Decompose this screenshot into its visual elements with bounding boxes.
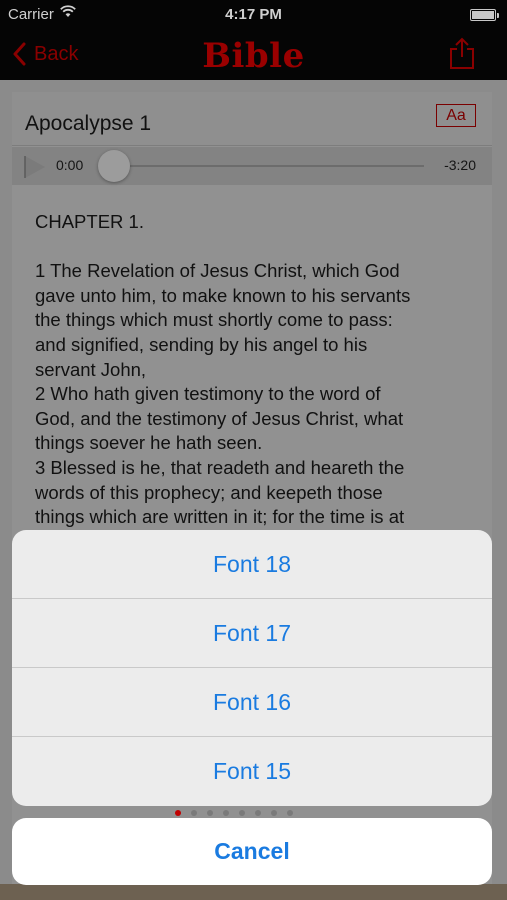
verse-line: 1 The Revelation of Jesus Christ, which … [35,260,400,282]
verse-line: and signified, sending by his angel to h… [35,333,368,355]
verse-line: things soever he hath seen. [35,432,263,454]
chapter-title: Apocalypse 1 [25,112,152,135]
audio-scrubber[interactable] [98,150,130,182]
page-dot [207,810,213,816]
verse-line: the things which must shortly come to pa… [35,309,393,331]
page-dot [175,810,181,816]
chapter-heading: CHAPTER 1. [35,211,144,232]
font-18-option[interactable]: Font 18 [12,530,492,599]
verse-line: things which are written in it; for the … [35,506,405,528]
elapsed-time: 0:00 [56,157,84,173]
verse-line: 3 Blessed is he, that readeth and hearet… [35,456,405,478]
page-dot [239,810,245,816]
font-size-button[interactable]: Aa [436,104,476,127]
font-15-option[interactable]: Font 15 [12,737,492,806]
battery-icon [470,9,499,21]
reader-header: Apocalypse 1 Aa [12,92,492,146]
battery-level [472,11,494,19]
bottom-banner [0,884,507,900]
share-icon [450,37,474,69]
page-dot [191,810,197,816]
font-16-option[interactable]: Font 16 [12,668,492,737]
font-17-option[interactable]: Font 17 [12,599,492,668]
verse-line: 2 Who hath given testimony to the word o… [35,383,381,405]
audio-progress-track[interactable] [112,165,424,167]
status-bar: Carrier 4:17 PM [0,0,507,30]
status-time: 4:17 PM [225,6,282,23]
page-dot [271,810,277,816]
cancel-button[interactable]: Cancel [12,818,492,885]
app-title: Bible [202,36,305,76]
verse-line: gave unto him, to make known to his serv… [35,284,411,306]
navigation-bar: Back Bible [0,30,507,80]
verse-line: God, and the testimony of Jesus Christ, … [35,407,404,429]
chapter-text: CHAPTER 1. 1 The Revelation of Jesus Chr… [35,210,490,530]
share-button[interactable] [447,36,477,70]
audio-player: 0:00 -3:20 [12,147,492,185]
page-dot [255,810,261,816]
play-icon[interactable] [24,155,46,179]
page-indicator [175,810,293,816]
remaining-time: -3:20 [444,157,476,173]
page-dot [223,810,229,816]
verse-line: words of this prophecy; and keepeth thos… [35,481,383,503]
font-size-action-sheet: Font 18 Font 17 Font 16 Font 15 [12,530,492,806]
verse-line: servant John, [35,358,147,380]
page-dot [287,810,293,816]
